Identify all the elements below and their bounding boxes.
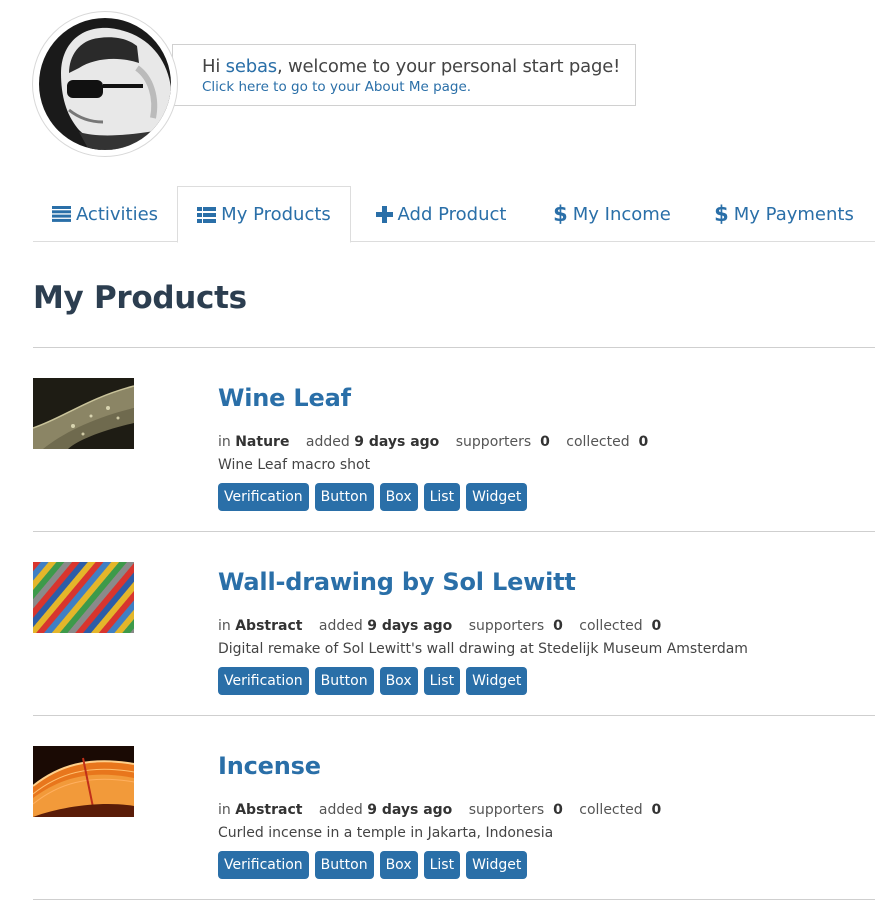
avatar-frame <box>32 11 178 157</box>
meta-added-label: added <box>318 618 363 634</box>
box-button[interactable]: Box <box>379 667 418 695</box>
tab-my-products[interactable]: My Products <box>177 186 351 243</box>
divider <box>33 899 875 900</box>
product-added: 9 days ago <box>367 802 453 818</box>
tab-activities[interactable]: Activities <box>33 186 177 242</box>
meta-added-label: added <box>318 802 363 818</box>
product-description: Wine Leaf macro shot <box>218 457 371 473</box>
product-actions: Verification Button Box List Widget <box>218 667 528 695</box>
meta-in-label: in <box>218 434 231 450</box>
dollar-icon: $ <box>714 202 729 226</box>
product-meta: in Abstract added 9 days ago supporters … <box>218 618 661 634</box>
product-item: Wall-drawing by Sol Lewitt in Abstract a… <box>33 562 875 702</box>
product-supporters: 0 <box>553 802 563 818</box>
list-button[interactable]: List <box>423 851 461 879</box>
tab-add-product[interactable]: Add Product <box>351 186 531 242</box>
product-supporters: 0 <box>540 434 550 450</box>
product-meta: in Nature added 9 days ago supporters 0 … <box>218 434 648 450</box>
meta-supporters-label: supporters <box>455 434 532 450</box>
button-button[interactable]: Button <box>314 851 374 879</box>
product-supporters: 0 <box>553 618 563 634</box>
greeting-suffix: , welcome to your personal start page! <box>276 56 621 77</box>
product-collected: 0 <box>651 802 662 818</box>
product-item: Incense in Abstract added 9 days ago sup… <box>33 746 875 886</box>
product-title[interactable]: Incense <box>218 752 321 780</box>
product-category: Nature <box>235 434 290 450</box>
username-link[interactable]: sebas <box>226 56 277 77</box>
meta-collected-label: collected <box>579 802 643 818</box>
product-actions: Verification Button Box List Widget <box>218 483 528 511</box>
verification-button[interactable]: Verification <box>218 483 309 511</box>
welcome-box: Hi sebas, welcome to your personal start… <box>172 44 636 106</box>
meta-in-label: in <box>218 618 231 634</box>
meta-collected-label: collected <box>579 618 643 634</box>
tab-my-income[interactable]: $ My Income <box>531 186 693 242</box>
verification-button[interactable]: Verification <box>218 851 309 879</box>
product-actions: Verification Button Box List Widget <box>218 851 528 879</box>
tab-bar: Activities My Products Add Product $ My … <box>33 186 875 243</box>
box-button[interactable]: Box <box>379 483 418 511</box>
meta-collected-label: collected <box>566 434 630 450</box>
list-button[interactable]: List <box>423 667 461 695</box>
product-added: 9 days ago <box>367 618 453 634</box>
product-title[interactable]: Wall-drawing by Sol Lewitt <box>218 568 576 596</box>
tab-my-income-label: My Income <box>572 203 671 225</box>
page-title: My Products <box>33 280 247 316</box>
product-collected: 0 <box>638 434 649 450</box>
button-button[interactable]: Button <box>314 667 374 695</box>
list-icon <box>51 206 71 222</box>
product-item: Wine Leaf in Nature added 9 days ago sup… <box>33 378 875 518</box>
list-button[interactable]: List <box>423 483 461 511</box>
product-added: 9 days ago <box>354 434 440 450</box>
tab-my-payments[interactable]: $ My Payments <box>693 186 875 242</box>
box-button[interactable]: Box <box>379 851 418 879</box>
profile-header: Hi sebas, welcome to your personal start… <box>32 11 642 161</box>
button-button[interactable]: Button <box>314 483 374 511</box>
product-title[interactable]: Wine Leaf <box>218 384 351 412</box>
product-thumbnail[interactable] <box>33 746 134 817</box>
product-thumbnail[interactable] <box>33 562 134 633</box>
tab-add-product-label: Add Product <box>397 203 507 225</box>
greeting-prefix: Hi <box>202 56 221 77</box>
widget-button[interactable]: Widget <box>466 851 528 879</box>
tab-my-products-label: My Products <box>221 204 331 225</box>
divider <box>33 347 875 348</box>
divider <box>33 715 875 716</box>
product-thumbnail[interactable] <box>33 378 134 449</box>
plus-icon <box>375 205 393 223</box>
widget-button[interactable]: Widget <box>466 483 528 511</box>
welcome-message: Hi sebas, welcome to your personal start… <box>202 55 635 79</box>
meta-added-label: added <box>305 434 350 450</box>
tab-my-payments-label: My Payments <box>733 203 854 225</box>
th-list-icon <box>197 206 217 223</box>
meta-supporters-label: supporters <box>468 618 545 634</box>
dollar-icon: $ <box>553 202 568 226</box>
about-me-link[interactable]: Click here to go to your About Me page. <box>202 79 635 95</box>
verification-button[interactable]: Verification <box>218 667 309 695</box>
product-description: Digital remake of Sol Lewitt's wall draw… <box>218 641 748 657</box>
tab-activities-label: Activities <box>75 203 159 225</box>
product-collected: 0 <box>651 618 662 634</box>
meta-in-label: in <box>218 802 231 818</box>
avatar[interactable] <box>39 18 171 150</box>
meta-supporters-label: supporters <box>468 802 545 818</box>
product-category: Abstract <box>235 802 303 818</box>
product-description: Curled incense in a temple in Jakarta, I… <box>218 825 554 841</box>
widget-button[interactable]: Widget <box>466 667 528 695</box>
divider <box>33 531 875 532</box>
product-category: Abstract <box>235 618 303 634</box>
product-meta: in Abstract added 9 days ago supporters … <box>218 802 661 818</box>
